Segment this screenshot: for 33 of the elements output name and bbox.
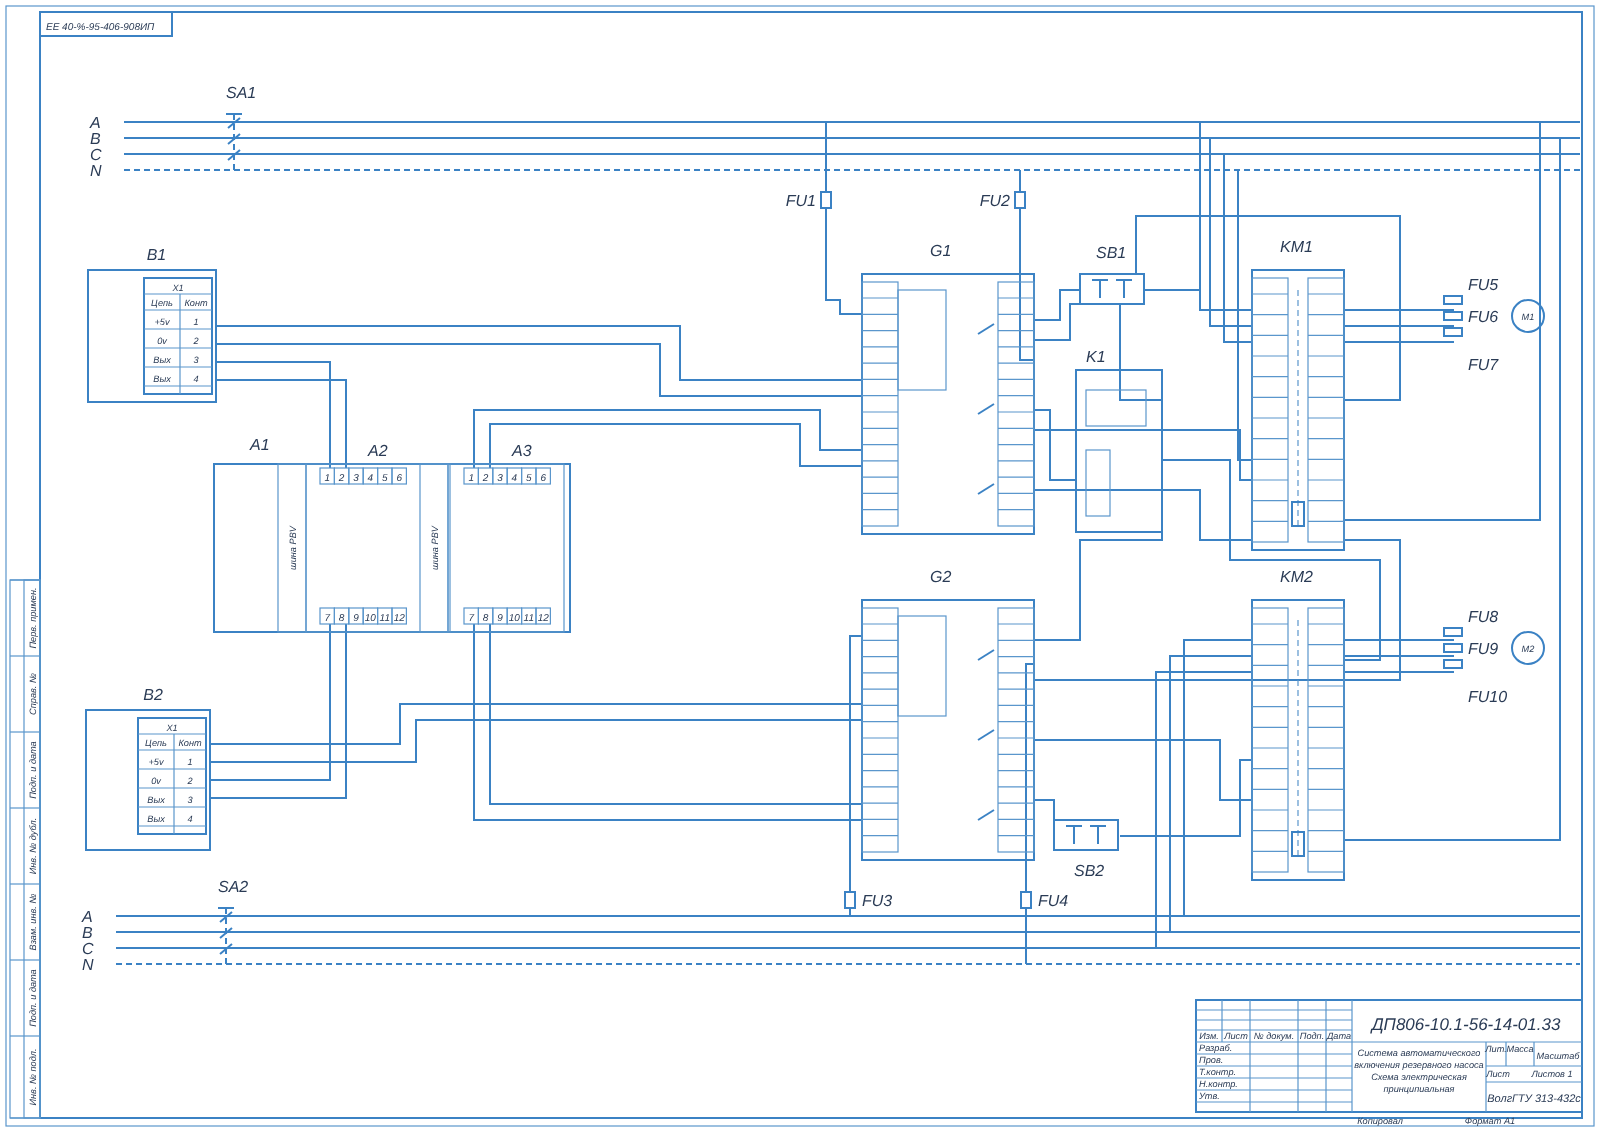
fuse-label: FU9 (1468, 640, 1499, 658)
phase-label: N (82, 956, 94, 974)
fuse-label: FU7 (1468, 356, 1499, 374)
phase-label: B (90, 130, 101, 148)
fuse-label: FU4 (1038, 892, 1069, 910)
fuse-label: FU8 (1468, 608, 1499, 626)
phase-label: N (90, 162, 102, 180)
fuse-label: FU10 (1468, 688, 1508, 706)
switch-label: SA1 (226, 84, 257, 102)
module-label: A3 (512, 442, 532, 460)
phase-label: A (90, 114, 101, 132)
phase-label: A (82, 908, 93, 926)
fuse-label: FU3 (862, 892, 893, 910)
switch-label: SA2 (218, 878, 249, 896)
fuse-label: FU2 (979, 192, 1010, 210)
sensor-label: B1 (146, 246, 167, 264)
fuse-label: FU5 (1468, 276, 1499, 294)
module-label: A2 (368, 442, 388, 460)
push-button-label: SB2 (1074, 862, 1105, 880)
fuse-label: FU6 (1468, 308, 1499, 326)
drawing-number: ДП806-10.1-56-14-01.33 (1371, 1014, 1561, 1034)
push-button-label: SB1 (1096, 244, 1127, 262)
sensor-label: B2 (143, 686, 163, 704)
contactor-label: KM1 (1280, 238, 1313, 256)
phase-label: B (82, 924, 93, 942)
controller-label: A1 (250, 436, 270, 454)
relay-module-label: G2 (930, 568, 952, 586)
contactor-label: KM2 (1280, 568, 1313, 586)
phase-label: C (90, 146, 102, 164)
phase-label: C (82, 940, 94, 958)
relay-label: K1 (1086, 348, 1106, 366)
relay-module-label: G1 (930, 242, 952, 260)
fuse-label: FU1 (785, 192, 816, 210)
